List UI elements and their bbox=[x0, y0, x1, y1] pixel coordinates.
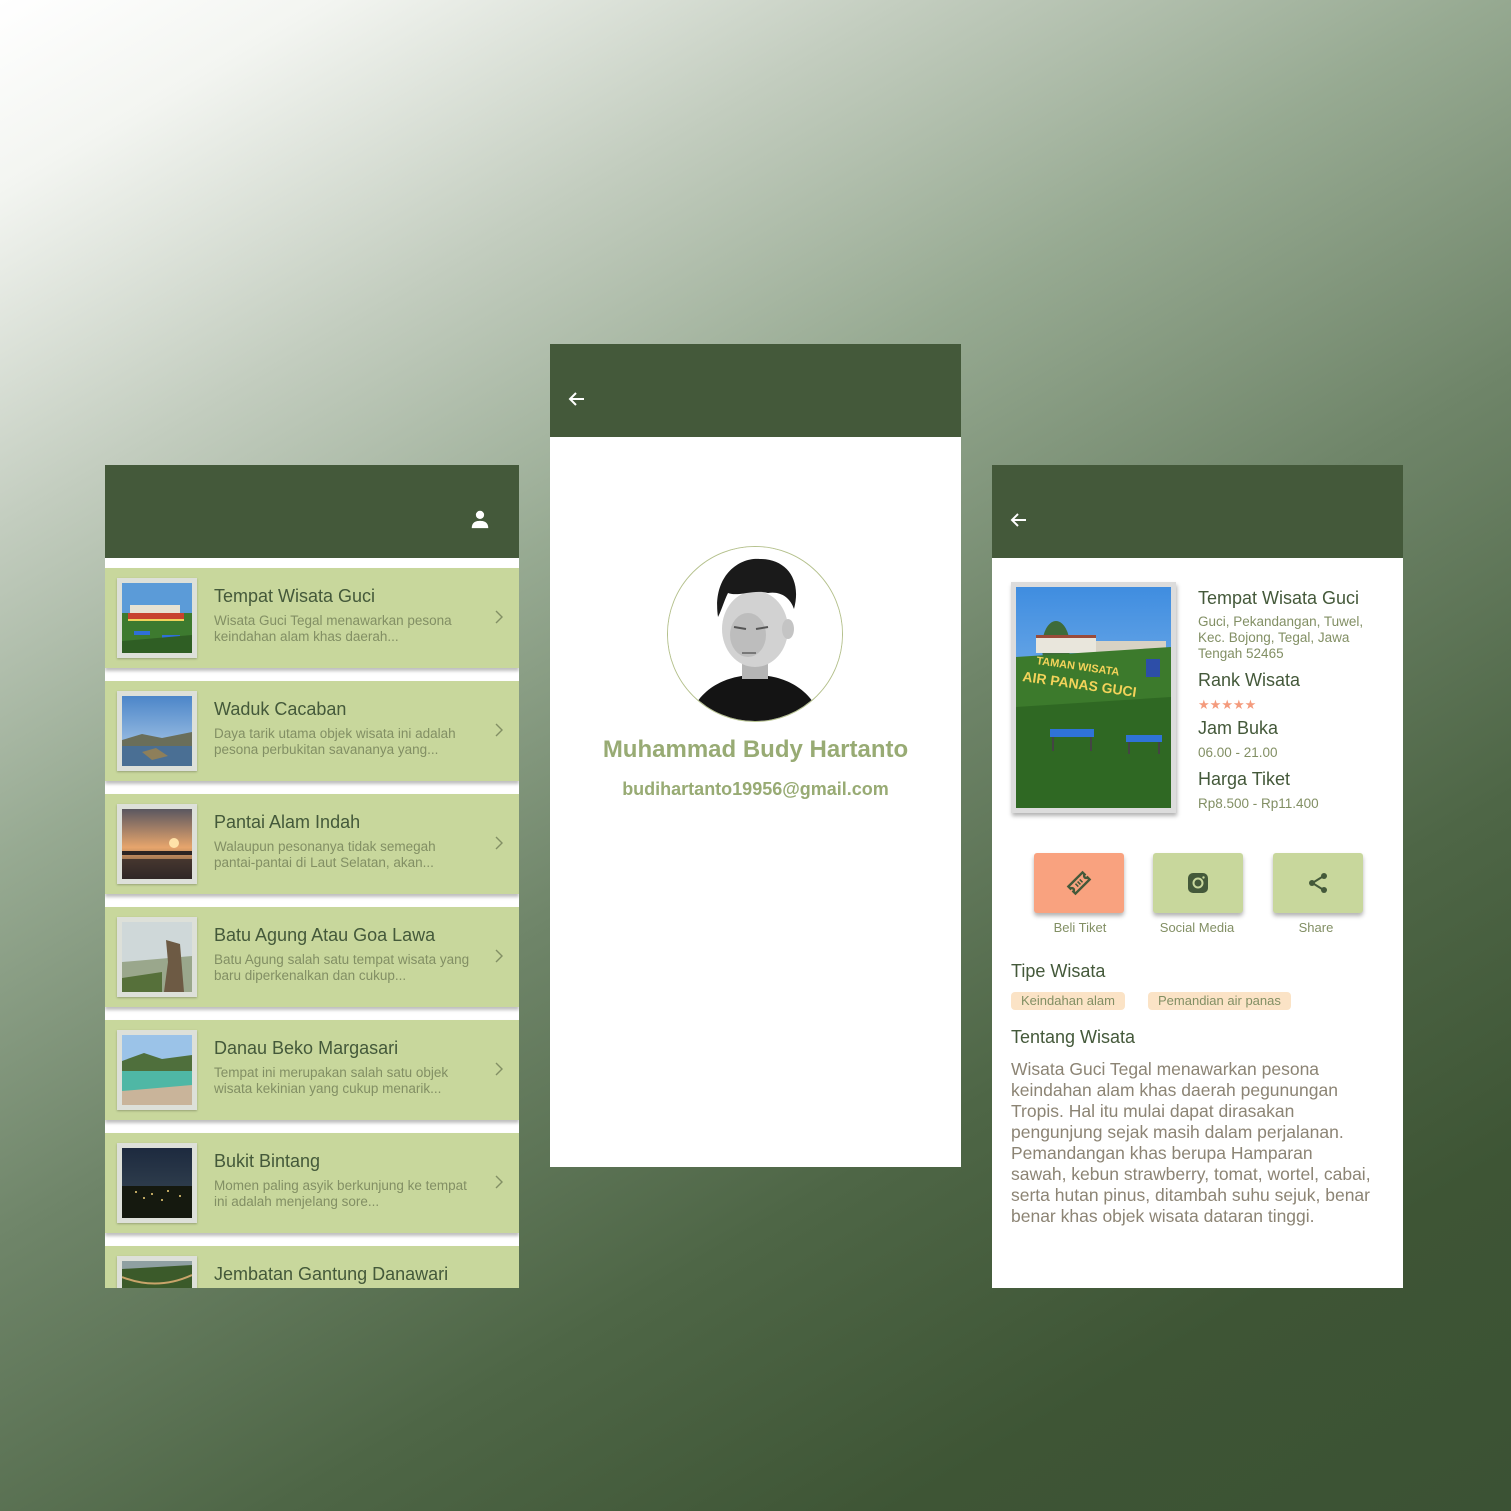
destination-title: Tempat Wisata Guci bbox=[1198, 588, 1360, 608]
back-button[interactable] bbox=[1004, 505, 1034, 535]
chevron-right-icon bbox=[495, 1062, 503, 1076]
price-label: Harga Tiket bbox=[1198, 769, 1291, 789]
back-button[interactable] bbox=[562, 384, 592, 414]
buy-ticket-button[interactable] bbox=[1034, 853, 1124, 913]
rating-stars: ★★★★★ bbox=[1198, 697, 1256, 713]
thumbnail bbox=[117, 917, 197, 997]
rank-label: Rank Wisata bbox=[1198, 670, 1301, 690]
star-icon: ★ bbox=[1244, 697, 1257, 712]
bukit-bintang-thumbnail-image bbox=[122, 1148, 192, 1218]
list-item[interactable]: Danau Beko Margasari Tempat ini merupaka… bbox=[105, 1020, 519, 1120]
buy-ticket-label: Beli Tiket bbox=[1053, 920, 1107, 935]
jembatan-thumbnail-image bbox=[122, 1261, 192, 1288]
list-screen: Tempat Wisata Guci Wisata Guci Tegal men… bbox=[105, 465, 519, 1288]
pantai-thumbnail-image bbox=[122, 809, 192, 879]
item-description: Tempat ini merupakan salah satu objek wi… bbox=[214, 1065, 449, 1096]
arrow-left-icon bbox=[1010, 513, 1026, 527]
chevron-right-icon bbox=[495, 949, 503, 963]
guci-photo-image: TAMAN WISATA AIR PANAS GUCI bbox=[1016, 587, 1171, 808]
share-label: Share bbox=[1298, 920, 1334, 935]
item-description: Walaupun pesonanya tidak semegah pantai-… bbox=[214, 839, 436, 870]
item-description: Momen paling asyik berkunjung ke tempat … bbox=[214, 1178, 467, 1209]
item-title: Pantai Alam Indah bbox=[214, 812, 361, 832]
list-item[interactable]: Pantai Alam Indah Walaupun pesonanya tid… bbox=[105, 794, 519, 894]
item-title: Tempat Wisata Guci bbox=[214, 586, 376, 606]
thumbnail bbox=[117, 1143, 197, 1223]
chevron-right-icon bbox=[495, 836, 503, 850]
thumbnail bbox=[117, 804, 197, 884]
chevron-right-icon bbox=[495, 1175, 503, 1189]
social-media-label: Social Media bbox=[1159, 920, 1235, 935]
item-description: Batu Agung salah satu tempat wisata yang… bbox=[214, 952, 470, 983]
ticket-icon bbox=[1066, 870, 1092, 896]
share-icon bbox=[1309, 873, 1327, 893]
item-title: Danau Beko Margasari bbox=[214, 1038, 399, 1058]
type-chip: Keindahan alam bbox=[1011, 992, 1125, 1010]
item-title: Jembatan Gantung Danawari bbox=[214, 1264, 449, 1284]
star-icon: ★ bbox=[1232, 697, 1245, 712]
star-icon: ★ bbox=[1198, 697, 1210, 712]
app-bar bbox=[550, 344, 961, 437]
profile-button[interactable] bbox=[464, 503, 496, 535]
item-title: Waduk Cacaban bbox=[214, 699, 347, 719]
profile-email: budihartanto19956@gmail.com bbox=[622, 779, 889, 799]
thumbnail bbox=[117, 1030, 197, 1110]
waduk-thumbnail-image bbox=[122, 696, 192, 766]
item-description: Wisata Guci Tegal menawarkan pesona kein… bbox=[214, 613, 452, 644]
type-section-title: Tipe Wisata bbox=[1011, 961, 1106, 981]
list-item[interactable]: Batu Agung Atau Goa Lawa Batu Agung sala… bbox=[105, 907, 519, 1007]
star-icon: ★ bbox=[1221, 697, 1233, 712]
list-item[interactable]: Jembatan Gantung Danawari bbox=[105, 1246, 519, 1288]
about-section-title: Tentang Wisata bbox=[1011, 1027, 1136, 1047]
avatar bbox=[667, 546, 843, 722]
price-value: Rp8.500 - Rp11.400 bbox=[1198, 796, 1319, 811]
chevron-right-icon bbox=[495, 723, 503, 737]
destination-photo: TAMAN WISATA AIR PANAS GUCI bbox=[1011, 582, 1176, 813]
guci-thumbnail-image bbox=[122, 583, 192, 653]
app-bar bbox=[105, 465, 519, 558]
social-media-button[interactable] bbox=[1153, 853, 1243, 913]
thumbnail bbox=[117, 691, 197, 771]
star-icon: ★ bbox=[1209, 697, 1222, 712]
type-chip: Pemandian air panas bbox=[1148, 992, 1291, 1010]
profile-screen: Muhammad Budy Hartanto budihartanto19956… bbox=[550, 344, 961, 1167]
hours-value: 06.00 - 21.00 bbox=[1198, 745, 1278, 760]
arrow-left-icon bbox=[568, 392, 584, 406]
profile-name: Muhammad Budy Hartanto bbox=[602, 736, 909, 763]
item-title: Batu Agung Atau Goa Lawa bbox=[214, 925, 436, 945]
list-item[interactable]: Tempat Wisata Guci Wisata Guci Tegal men… bbox=[105, 568, 519, 668]
thumbnail bbox=[117, 578, 197, 658]
instagram-icon bbox=[1188, 873, 1208, 893]
detail-screen: TAMAN WISATA AIR PANAS GUCI Tempat Wisat… bbox=[992, 465, 1403, 1288]
hours-label: Jam Buka bbox=[1198, 718, 1279, 738]
list-item[interactable]: Waduk Cacaban Daya tarik utama objek wis… bbox=[105, 681, 519, 781]
chevron-right-icon bbox=[495, 610, 503, 624]
person-icon bbox=[471, 510, 489, 529]
share-button[interactable] bbox=[1273, 853, 1363, 913]
about-text: Wisata Guci Tegal menawarkan pesona kein… bbox=[1011, 1059, 1371, 1226]
app-bar bbox=[992, 465, 1403, 558]
danau-thumbnail-image bbox=[122, 1035, 192, 1105]
item-description: Daya tarik utama objek wisata ini adalah… bbox=[214, 726, 456, 757]
batu-agung-thumbnail-image bbox=[122, 922, 192, 992]
destination-address: Guci, Pekandangan, Tuwel, Kec. Bojong, T… bbox=[1198, 614, 1364, 661]
list-item[interactable]: Bukit Bintang Momen paling asyik berkunj… bbox=[105, 1133, 519, 1233]
destination-list: Tempat Wisata Guci Wisata Guci Tegal men… bbox=[105, 568, 519, 1288]
item-title: Bukit Bintang bbox=[214, 1151, 321, 1171]
thumbnail bbox=[117, 1256, 197, 1288]
